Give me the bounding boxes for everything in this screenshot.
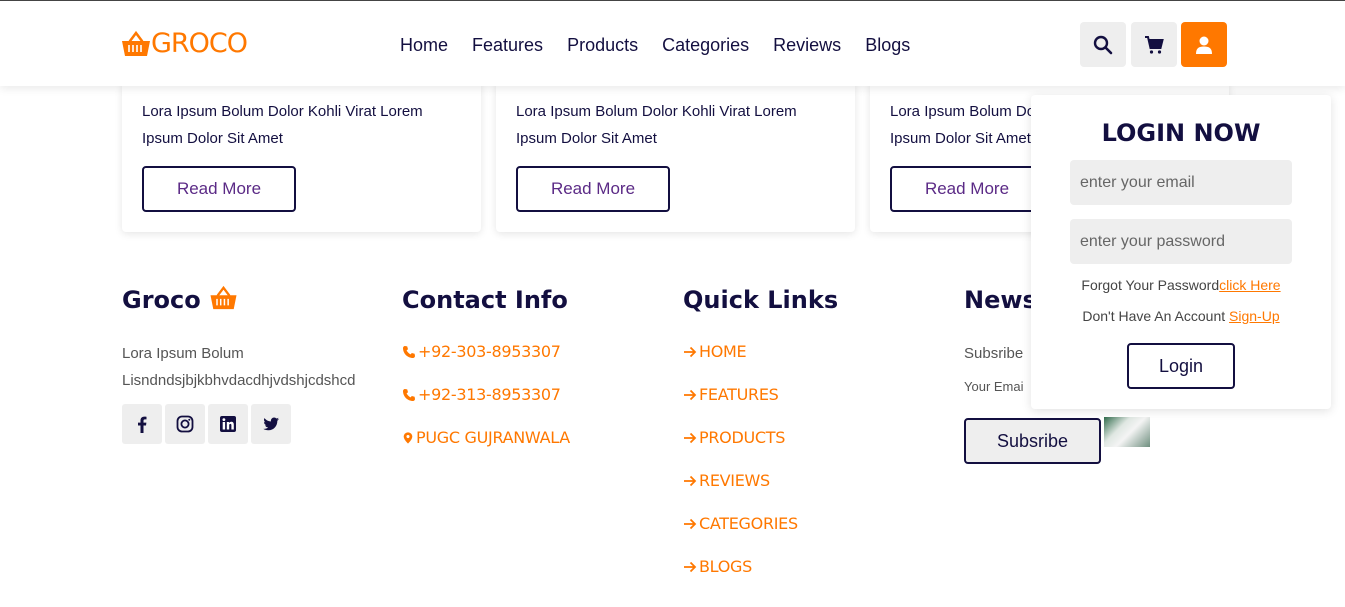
facebook-link[interactable] (122, 404, 162, 444)
arrow-right-icon (684, 346, 697, 358)
arrow-right-icon (684, 389, 697, 401)
nav-blogs[interactable]: Blogs (865, 34, 910, 56)
subscribe-button[interactable]: Subsribe (964, 418, 1101, 464)
login-form: LOGIN NOW Forgot Your Passwordclick Here… (1031, 95, 1331, 409)
quick-links-title: Quick Links (683, 286, 839, 314)
cart-icon (1145, 35, 1164, 54)
nav-categories[interactable]: Categories (662, 34, 749, 56)
user-icon (1196, 36, 1212, 54)
blog-card: Lora Ipsum Bolum Dolor Kohli Virat Lorem… (496, 80, 855, 232)
address-text: PUGC GUJRANWALA (416, 428, 570, 447)
brand-name: Groco (122, 286, 201, 314)
email-field[interactable] (1070, 160, 1292, 205)
header: GROCO Home Features Products Categories … (0, 0, 1345, 86)
quick-link-label: CATEGORIES (699, 514, 798, 533)
newsletter-email-input[interactable]: Your Emai (964, 373, 1024, 400)
phone-2-text: +92-313-8953307 (418, 385, 561, 404)
basket-icon (122, 30, 150, 56)
blog-card: Lora Ipsum Bolum Dolor Kohli Virat Lorem… (122, 80, 481, 232)
logo-text: GROCO (151, 28, 248, 59)
forgot-password-line: Forgot Your Passwordclick Here (1031, 277, 1331, 293)
twitter-icon (263, 417, 279, 431)
signup-line: Don't Have An Account Sign-Up (1031, 308, 1331, 324)
phone-1-text: +92-303-8953307 (418, 342, 561, 361)
contact-title: Contact Info (402, 286, 568, 314)
arrow-right-icon (684, 518, 697, 530)
read-more-button[interactable]: Read More (516, 166, 670, 212)
main-nav: Home Features Products Categories Review… (400, 34, 934, 56)
instagram-link[interactable] (165, 404, 205, 444)
brand-text-line1: Lora Ipsum Bolum (122, 345, 244, 362)
nav-reviews[interactable]: Reviews (773, 34, 841, 56)
login-button[interactable]: Login (1127, 343, 1235, 389)
forgot-link[interactable]: click Here (1219, 277, 1280, 293)
card-text: Lora Ipsum Bolum Dolor Kohli Virat Lorem… (516, 103, 797, 147)
nav-home[interactable]: Home (400, 34, 448, 56)
quick-link-label: HOME (699, 342, 747, 361)
phone-icon (403, 346, 415, 358)
phone-link-2[interactable]: +92-313-8953307 (402, 385, 561, 405)
payment-image (1104, 417, 1150, 447)
quick-link-features[interactable]: FEATURES (683, 385, 779, 405)
basket-icon (210, 285, 237, 310)
forgot-text: Forgot Your Password (1081, 277, 1220, 293)
quick-link-label: FEATURES (699, 385, 779, 404)
arrow-right-icon (684, 432, 697, 444)
social-links (122, 404, 294, 444)
read-more-button[interactable]: Read More (890, 166, 1044, 212)
instagram-icon (176, 415, 194, 433)
quick-link-reviews[interactable]: REVIEWS (683, 471, 770, 491)
quick-link-products[interactable]: PRODUCTS (683, 428, 785, 448)
arrow-right-icon (684, 561, 697, 573)
map-marker-icon (403, 432, 413, 444)
linkedin-link[interactable] (208, 404, 248, 444)
quick-link-categories[interactable]: CATEGORIES (683, 514, 798, 534)
password-field[interactable] (1070, 219, 1292, 264)
quick-link-label: BLOGS (699, 557, 752, 576)
search-icon (1093, 35, 1113, 54)
linkedin-icon (220, 416, 236, 432)
brand-text-line2: Lisndndsjbjkbhvdacdhjvdshjcdshcd (122, 372, 356, 389)
arrow-right-icon (684, 475, 697, 487)
quick-link-home[interactable]: HOME (683, 342, 747, 362)
account-text: Don't Have An Account (1082, 308, 1230, 324)
address-link[interactable]: PUGC GUJRANWALA (402, 428, 570, 448)
cart-button[interactable] (1131, 22, 1177, 67)
quick-link-label: PRODUCTS (699, 428, 786, 447)
phone-icon (403, 389, 415, 401)
user-button[interactable] (1181, 22, 1227, 67)
login-title: LOGIN NOW (1101, 119, 1261, 147)
read-more-button[interactable]: Read More (142, 166, 296, 212)
phone-link-1[interactable]: +92-303-8953307 (402, 342, 561, 362)
newsletter-text: Subsribe (964, 345, 1024, 362)
nav-features[interactable]: Features (472, 34, 543, 56)
quick-link-blogs[interactable]: BLOGS (683, 557, 752, 577)
signup-link[interactable]: Sign-Up (1229, 308, 1280, 324)
card-text: Lora Ipsum Bolum Dolor Kohli Virat Lorem… (142, 103, 423, 147)
search-button[interactable] (1080, 22, 1126, 67)
logo[interactable]: GROCO (121, 28, 248, 60)
nav-products[interactable]: Products (567, 34, 638, 56)
footer-brand-title: Groco (122, 284, 238, 316)
quick-link-label: REVIEWS (699, 471, 770, 490)
facebook-icon (138, 416, 147, 433)
twitter-link[interactable] (251, 404, 291, 444)
newsletter-title: News (964, 286, 1037, 314)
